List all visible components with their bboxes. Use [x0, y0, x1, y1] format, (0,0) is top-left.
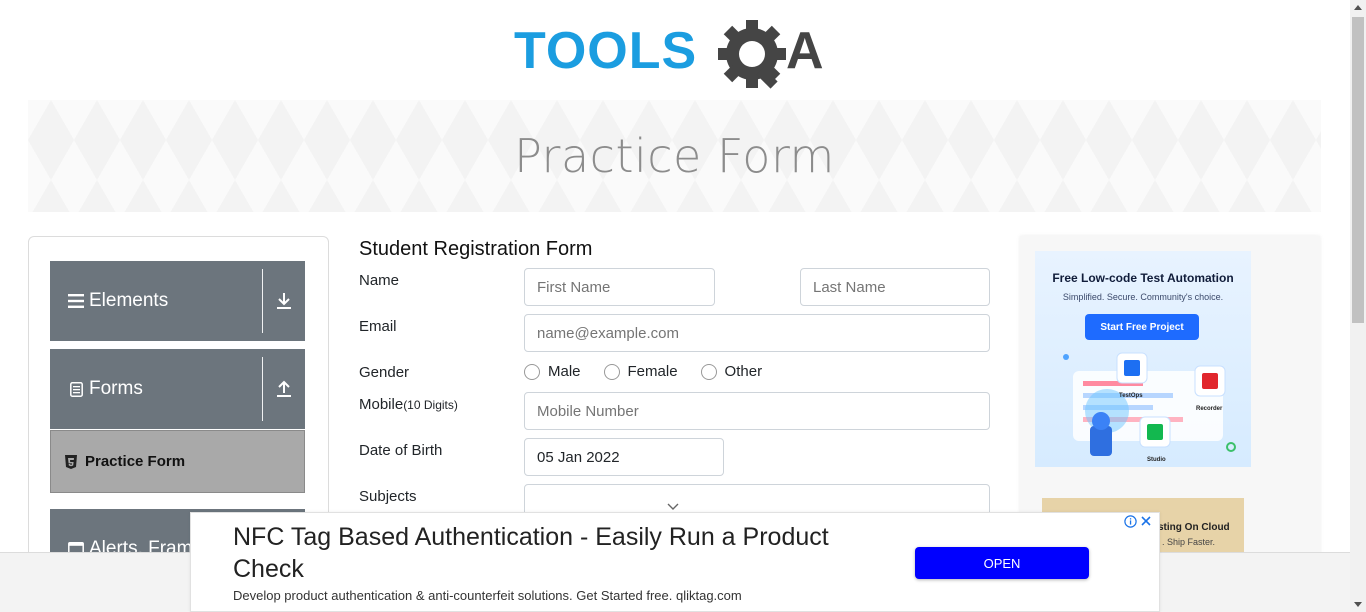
cloud-ad-line1: sting On Cloud — [1158, 522, 1230, 533]
scroll-up-arrow-icon[interactable] — [1354, 5, 1362, 10]
sidebar-group-label: Forms — [89, 378, 143, 399]
page-banner: Practice Form — [28, 100, 1321, 212]
mobile-input[interactable] — [524, 392, 990, 430]
gender-radio-female[interactable]: Female — [603, 363, 678, 380]
testops-label: TestOps — [1119, 393, 1143, 399]
hamburger-icon — [67, 292, 85, 310]
group-divider — [262, 269, 263, 333]
sidebar-group-label: Elements — [89, 290, 169, 311]
gear-magnifier-icon — [718, 20, 786, 89]
ad-subline: Simplified. Secure. Community's choice. — [1062, 292, 1224, 302]
start-free-project-button[interactable]: Start Free Project — [1085, 314, 1199, 340]
ad-headline: Free Low-code Test Automation — [1052, 271, 1234, 285]
page-scrollbar[interactable] — [1350, 0, 1366, 612]
close-icon[interactable] — [1139, 514, 1153, 528]
dob-label: Date of Birth — [359, 442, 443, 459]
upload-arrow-icon[interactable] — [263, 380, 305, 398]
date-of-birth-input[interactable] — [524, 438, 724, 476]
cloud-ad-line2: . Ship Faster. — [1162, 537, 1216, 547]
html5-icon — [65, 454, 79, 469]
radio-circle[interactable] — [700, 363, 717, 380]
page-title: Practice Form — [514, 129, 835, 183]
email-label: Email — [359, 318, 397, 335]
radio-circle[interactable] — [524, 363, 540, 380]
katalon-ad[interactable]: Free Low-code Test Automation Simplified… — [1035, 251, 1251, 467]
info-icon[interactable] — [1123, 514, 1137, 528]
last-name-input[interactable] — [800, 268, 990, 306]
email-input[interactable] — [524, 314, 990, 352]
gender-label: Gender — [359, 364, 410, 381]
logo-text-a: A — [786, 22, 824, 80]
gender-radio-other[interactable]: Other — [700, 363, 763, 380]
subjects-label: Subjects — [359, 488, 417, 505]
radio-label: Male — [548, 363, 581, 380]
mobile-label-text: Mobile — [359, 396, 404, 413]
toolsqa-logo[interactable]: TOOLS A — [514, 16, 838, 92]
sidebar-group-elements[interactable]: Elements — [50, 261, 305, 341]
ad-choices — [1123, 514, 1153, 528]
group-divider — [262, 357, 263, 421]
logo-graphic: TOOLS A — [514, 20, 824, 89]
gender-radio-male[interactable]: Male — [524, 363, 581, 380]
open-button[interactable]: OPEN — [915, 547, 1089, 579]
radio-label: Female — [627, 363, 678, 380]
sidebar-item-practice-form[interactable]: Practice Form — [50, 430, 305, 493]
download-arrow-icon[interactable] — [263, 292, 305, 310]
scroll-down-arrow-icon[interactable] — [1354, 602, 1362, 607]
form-title: Student Registration Form — [359, 238, 593, 260]
radio-label: Other — [724, 363, 763, 380]
recorder-label: Recorder — [1196, 406, 1223, 412]
document-icon — [67, 380, 85, 398]
bottom-ad-description[interactable]: Develop product authentication & anti-co… — [233, 588, 742, 603]
logo-text-tools: TOOLS — [514, 22, 697, 80]
first-name-input[interactable] — [524, 268, 715, 306]
sidebar-item-label: Practice Form — [85, 453, 186, 470]
name-label: Name — [359, 272, 400, 289]
scrollbar-thumb[interactable] — [1352, 17, 1364, 323]
studio-label: Studio — [1147, 457, 1166, 463]
mobile-label: Mobile(10 Digits) — [359, 396, 458, 413]
gender-radio-group: Male Female Other — [524, 363, 785, 380]
sidebar-group-forms[interactable]: Forms — [50, 349, 305, 429]
bottom-ad-title[interactable]: NFC Tag Based Authentication - Easily Ru… — [233, 521, 893, 585]
bottom-overlay-ad[interactable]: NFC Tag Based Authentication - Easily Ru… — [190, 512, 1160, 612]
radio-circle[interactable] — [603, 363, 620, 380]
mobile-hint: (10 Digits) — [403, 398, 458, 412]
